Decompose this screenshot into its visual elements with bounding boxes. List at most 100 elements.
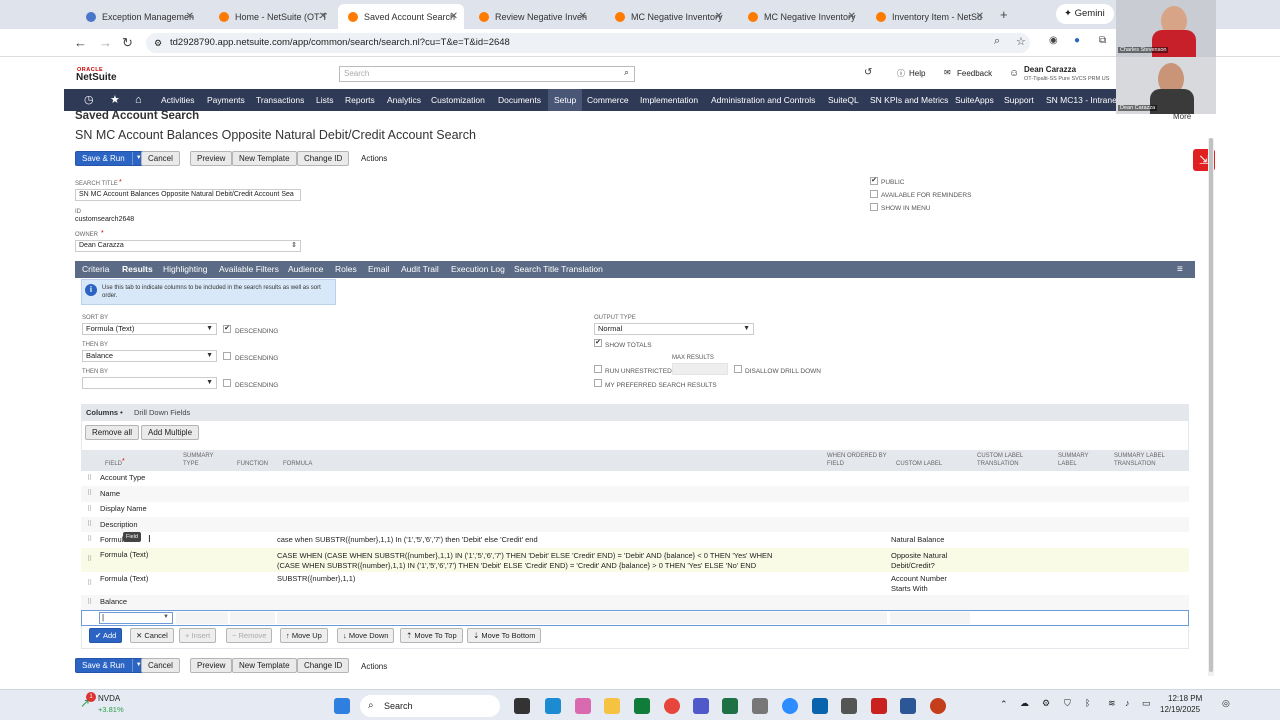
- close-icon[interactable]: ✕: [186, 11, 194, 22]
- formula-cell[interactable]: [277, 612, 887, 624]
- remove-button[interactable]: − Remove: [226, 628, 273, 643]
- add-row-button[interactable]: ✔ Add: [89, 628, 123, 643]
- table-row[interactable]: ⠿ Formula (Text) CASE WHEN (CASE WHEN SUB…: [81, 548, 1189, 572]
- remove-all-button[interactable]: Remove all: [85, 425, 140, 440]
- table-row[interactable]: ⠿ Display Name: [81, 502, 1189, 517]
- public-checkbox[interactable]: ✔: [870, 177, 878, 185]
- new-template-button-bottom[interactable]: New Template: [232, 658, 297, 673]
- drag-handle-icon[interactable]: ⠿: [87, 555, 92, 563]
- table-row[interactable]: ⠿ Formula (Text) SUBSTR({number},1,1) Acc…: [81, 572, 1189, 595]
- more-menu[interactable]: More: [1173, 112, 1191, 121]
- drag-handle-icon[interactable]: ⠿: [87, 579, 92, 587]
- scrollbar-thumb[interactable]: [1209, 138, 1213, 672]
- store-icon[interactable]: [634, 698, 650, 714]
- search-title-input[interactable]: SN MC Account Balances Opposite Natural …: [75, 189, 301, 201]
- actions-menu[interactable]: Actions: [361, 154, 387, 163]
- notifications-icon[interactable]: ◎: [1222, 698, 1230, 709]
- task-view-icon[interactable]: [514, 698, 530, 714]
- tab-audience[interactable]: Audience: [288, 261, 323, 278]
- menu-suiteapps[interactable]: SuiteApps: [955, 89, 994, 111]
- volume-icon[interactable]: ♪: [1125, 698, 1130, 708]
- drag-handle-icon[interactable]: ⠿: [87, 535, 92, 543]
- menu-lists[interactable]: Lists: [316, 89, 333, 111]
- browser-tab-4[interactable]: MC Negative Inventory ✕: [605, 4, 729, 29]
- clock-time[interactable]: 12:18 PM: [1168, 694, 1202, 703]
- drag-handle-icon[interactable]: ⠿: [87, 505, 92, 513]
- tab-audit-trail[interactable]: Audit Trail: [401, 261, 439, 278]
- descending-checkbox[interactable]: [223, 352, 231, 360]
- summary-type-cell[interactable]: [176, 612, 228, 624]
- copilot-icon[interactable]: [575, 698, 591, 714]
- shield-icon[interactable]: ⛉: [1064, 698, 1071, 709]
- scrollbar-track[interactable]: [1208, 138, 1214, 676]
- custom-label-cell[interactable]: [890, 612, 970, 624]
- table-row[interactable]: ⠿ Formul Field I case when SUBSTR({number…: [81, 532, 1189, 548]
- descending-checkbox[interactable]: ✔: [223, 325, 231, 333]
- menu-reports[interactable]: Reports: [345, 89, 375, 111]
- tab-email[interactable]: Email: [368, 261, 389, 278]
- menu-sn-kpis[interactable]: SN KPIs and Metrics: [870, 89, 948, 111]
- menu-implementation[interactable]: Implementation: [640, 89, 698, 111]
- forward-icon[interactable]: →: [99, 35, 112, 50]
- tab-search-title-translation[interactable]: Search Title Translation: [514, 261, 603, 278]
- tab-columns[interactable]: Columns •: [86, 408, 123, 417]
- table-row[interactable]: ⠿ Name: [81, 486, 1189, 502]
- acrobat-icon[interactable]: [871, 698, 887, 714]
- outlook-icon[interactable]: [812, 698, 828, 714]
- tab-results[interactable]: Results: [122, 261, 153, 278]
- hamburger-icon[interactable]: ≡: [1177, 261, 1183, 278]
- wifi-icon[interactable]: ≋: [1108, 698, 1116, 709]
- feedback-link[interactable]: Feedback: [957, 69, 992, 78]
- menu-support[interactable]: Support: [1004, 89, 1034, 111]
- tab-available-filters[interactable]: Available Filters: [219, 261, 279, 278]
- teams-icon[interactable]: [693, 698, 709, 714]
- recent-records-icon[interactable]: ↺: [864, 67, 872, 78]
- calculator-icon[interactable]: [841, 698, 857, 714]
- file-explorer-icon[interactable]: [604, 698, 620, 714]
- browser-tab-5[interactable]: MC Negative Inventory ✕: [738, 4, 862, 29]
- sort-by-select[interactable]: Formula (Text) ▼: [82, 323, 217, 335]
- settings-icon[interactable]: ⚙: [1042, 698, 1050, 709]
- move-to-top-button[interactable]: ⇡ Move To Top: [400, 628, 463, 643]
- browser-tab-0[interactable]: Exception Management ✕: [76, 4, 200, 29]
- windows-start-icon[interactable]: [334, 698, 350, 714]
- drag-handle-icon[interactable]: ⠿: [87, 520, 92, 528]
- owner-select[interactable]: Dean Carazza ⇕: [75, 240, 301, 252]
- extension-icon[interactable]: ●: [1074, 35, 1080, 46]
- field-select[interactable]: | ▼: [99, 612, 173, 624]
- menu-transactions[interactable]: Transactions: [256, 89, 304, 111]
- new-template-button[interactable]: New Template: [232, 151, 297, 166]
- snipping-tool-icon[interactable]: [752, 698, 768, 714]
- preview-button-bottom[interactable]: Preview: [190, 658, 233, 673]
- powerpoint-icon[interactable]: [930, 698, 946, 714]
- menu-sn-mc13[interactable]: SN MC13 - Intranet: [1046, 89, 1116, 111]
- function-cell[interactable]: [230, 612, 275, 624]
- close-icon[interactable]: ✕: [715, 11, 723, 22]
- tab-execution-log[interactable]: Execution Log: [451, 261, 505, 278]
- cancel-button-bottom[interactable]: Cancel: [141, 658, 180, 673]
- global-search-input[interactable]: Search: [339, 66, 635, 82]
- drag-handle-icon[interactable]: ⠿: [87, 489, 92, 497]
- tab-roles[interactable]: Roles: [335, 261, 357, 278]
- cancel-row-button[interactable]: ✕ Cancel: [130, 628, 174, 643]
- zoom-app-icon[interactable]: [782, 698, 798, 714]
- bookmark-star-icon[interactable]: ☆: [1016, 35, 1026, 48]
- close-icon[interactable]: ✕: [848, 11, 856, 22]
- save-run-button[interactable]: Save & Run ▼: [75, 151, 146, 166]
- camera-icon[interactable]: ◉: [1049, 35, 1058, 46]
- menu-payments[interactable]: Payments: [207, 89, 245, 111]
- descending-checkbox[interactable]: [223, 379, 231, 387]
- menu-commerce[interactable]: Commerce: [587, 89, 629, 111]
- cloud-icon[interactable]: ☁: [1020, 698, 1029, 709]
- move-to-bottom-button[interactable]: ⇣ Move To Bottom: [467, 628, 542, 643]
- tab-highlighting[interactable]: Highlighting: [163, 261, 207, 278]
- chevron-up-icon[interactable]: ⌃: [1000, 699, 1008, 710]
- then-by-2-select[interactable]: ▼: [82, 377, 217, 389]
- recent-icon[interactable]: ◷: [84, 89, 94, 111]
- url-field[interactable]: ⚙ td2928790.app.netsuite.com/app/common/s…: [146, 33, 1030, 53]
- menu-suiteql[interactable]: SuiteQL: [828, 89, 859, 111]
- gemini-button[interactable]: ✦ Gemini: [1056, 4, 1114, 24]
- disallow-drill-checkbox[interactable]: [734, 365, 742, 373]
- menu-activities[interactable]: Activities: [161, 89, 195, 111]
- extensions-puzzle-icon[interactable]: ⧉: [1099, 35, 1106, 46]
